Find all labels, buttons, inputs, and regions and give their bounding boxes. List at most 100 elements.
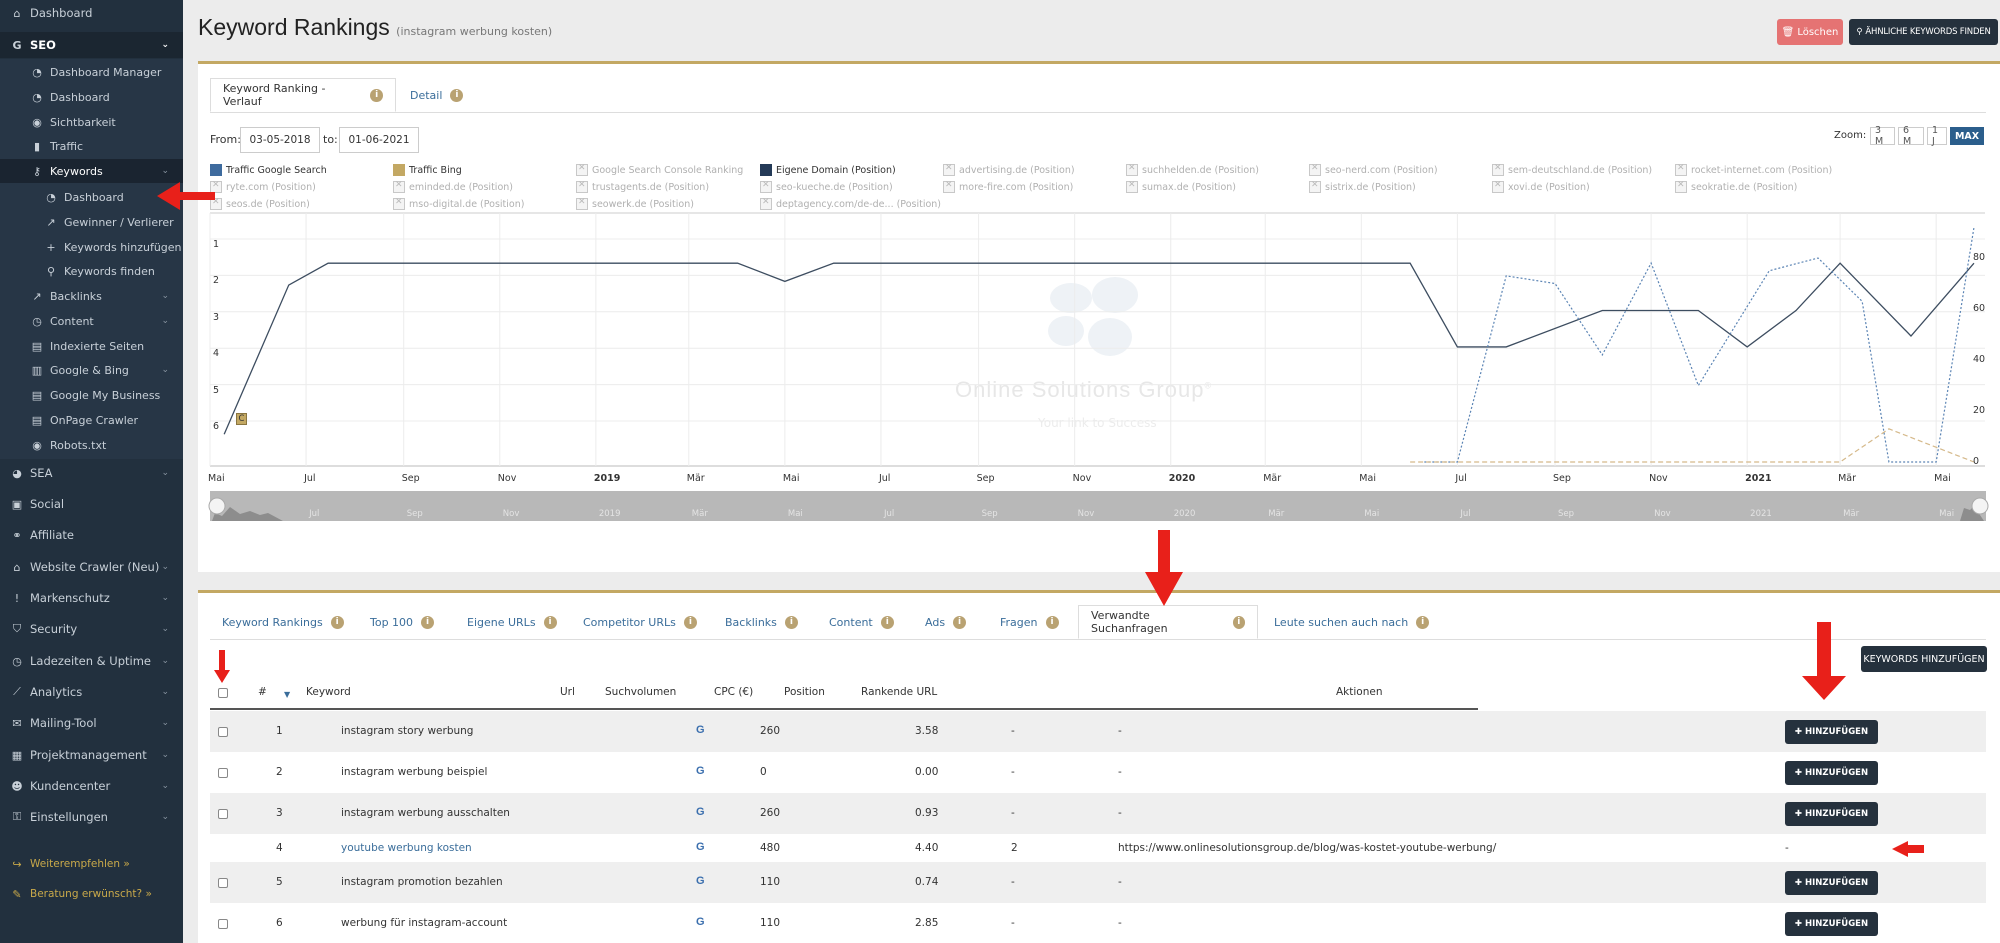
legend-item[interactable]: eminded.de (Position) [393,180,513,193]
sidebar-item-social[interactable]: ▣ Social [0,492,183,516]
sidebar-item-ladezeiten[interactable]: ◷ Ladezeiten & Uptime ⌄ [0,649,183,673]
legend-item[interactable]: more-fire.com (Position) [943,180,1073,193]
legend-item[interactable]: sistrix.de (Position) [1309,180,1416,193]
row-checkbox[interactable] [218,809,228,819]
row-checkbox[interactable] [218,878,228,888]
sidebar-item-traffic[interactable]: ▮ Traffic [0,134,183,158]
legend-item[interactable]: seo-nerd.com (Position) [1309,163,1438,176]
sidebar-item-projektmanagement[interactable]: ▦ Projektmanagement ⌄ [0,743,183,767]
sidebar-item-keywords-dashboard[interactable]: ◔ Dashboard [0,185,183,209]
sidebar-item-keywords-finden[interactable]: ⚲ Keywords finden [0,259,183,283]
to-date-input[interactable]: 01-06-2021 [339,127,419,153]
sidebar-item-analytics[interactable]: ⟋ Analytics ⌄ [0,680,183,704]
add-keyword-button[interactable]: ✚ HINZUFÜGEN [1785,720,1878,744]
tab-ads[interactable]: Ads i [913,605,978,639]
legend-item[interactable]: advertising.de (Position) [943,163,1075,176]
sidebar-item-google-my-business[interactable]: ▤ Google My Business [0,383,183,407]
legend-item[interactable]: seowerk.de (Position) [576,197,694,210]
tab-fragen[interactable]: Fragen i [988,605,1071,639]
sidebar-item-dashboard-manager[interactable]: ◔ Dashboard Manager [0,60,183,84]
chart-flag-marker[interactable]: C [236,413,247,425]
legend-item[interactable]: Eigene Domain (Position) [760,164,896,176]
add-keyword-button[interactable]: ✚ HINZUFÜGEN [1785,761,1878,785]
legend-item[interactable]: ryte.com (Position) [210,180,316,193]
sidebar-item-kundencenter[interactable]: ☻ Kundencenter ⌄ [0,774,183,798]
legend-item[interactable]: Traffic Bing [393,164,462,176]
sidebar-item-onpage-crawler[interactable]: ▤ OnPage Crawler [0,408,183,432]
sidebar-item-mailing-tool[interactable]: ✉ Mailing-Tool ⌄ [0,711,183,735]
legend-item[interactable]: mso-digital.de (Position) [393,197,524,210]
row-checkbox[interactable] [218,919,228,929]
column-header-position[interactable]: Position [784,686,825,698]
sidebar-item-einstellungen[interactable]: ⚿ Einstellungen ⌄ [0,805,183,829]
sidebar-item-indexierte-seiten[interactable]: ▤ Indexierte Seiten [0,334,183,358]
sidebar-item-keywords-hinzufuegen[interactable]: + Keywords hinzufügen [0,235,183,259]
sidebar-item-sichtbarkeit[interactable]: ◉ Sichtbarkeit [0,110,183,134]
sidebar-item-content[interactable]: ◷ Content ⌄ [0,309,183,333]
column-header-cpc[interactable]: CPC (€) [714,686,753,698]
add-keyword-button[interactable]: ✚ HINZUFÜGEN [1785,912,1878,936]
legend-item[interactable]: deptagency.com/de-de... (Position) [760,197,941,210]
zoom-max-button[interactable]: MAX [1950,127,1984,145]
sidebar-item-google-bing[interactable]: ▥ Google & Bing ⌄ [0,358,183,382]
tab-keyword-ranking-verlauf[interactable]: Keyword Ranking - Verlauf i [210,78,396,112]
tab-backlinks[interactable]: Backlinks i [713,605,810,639]
zoom-3m-button[interactable]: 3 M [1870,125,1895,147]
tab-competitor-urls[interactable]: Competitor URLs i [571,605,709,639]
row-number: 3 [276,807,283,819]
sidebar-item-website-crawler[interactable]: ⌂ Website Crawler (Neu) ⌄ [0,555,183,579]
legend-item[interactable]: sumax.de (Position) [1126,180,1236,193]
column-header-keyword[interactable]: Keyword [306,686,351,698]
select-all-checkbox[interactable] [218,688,228,698]
legend-item[interactable]: sem-deutschland.de (Position) [1492,163,1652,176]
sidebar-item-keywords[interactable]: ⚷ Keywords ⌄ [0,159,183,183]
key-icon: ⚷ [32,164,42,178]
position-cell: - [1011,876,1015,888]
row-checkbox[interactable] [218,768,228,778]
delete-button[interactable]: 🗑 Löschen [1777,19,1843,45]
legend-item[interactable]: seokratie.de (Position) [1675,180,1797,193]
sidebar-item-seo-dashboard[interactable]: ◔ Dashboard [0,85,183,109]
sidebar-item-backlinks[interactable]: ↗ Backlinks ⌄ [0,284,183,308]
legend-item[interactable]: trustagents.de (Position) [576,180,709,193]
tab-detail[interactable]: Detail i [398,78,475,112]
find-similar-keywords-button[interactable]: ⚲ ÄHNLICHE KEYWORDS FINDEN [1849,19,1998,45]
sort-desc-icon[interactable]: ▼ [284,690,290,699]
sidebar-item-dashboard[interactable]: ⌂ Dashboard [0,1,183,25]
legend-item[interactable]: suchhelden.de (Position) [1126,163,1259,176]
zoom-1j-button[interactable]: 1 J [1927,125,1947,147]
sidebar-item-affiliate[interactable]: ⚭ Affiliate [0,523,183,547]
sidebar-item-security[interactable]: ⛉ Security ⌄ [0,617,183,641]
sidebar-item-markenschutz[interactable]: ! Markenschutz ⌄ [0,586,183,610]
column-header-suchvolumen[interactable]: Suchvolumen [605,686,676,698]
keyword-cell[interactable]: youtube werbung kosten [341,842,472,854]
column-header-rankende-url[interactable]: Rankende URL [861,686,937,698]
sidebar-item-seo[interactable]: G SEO ⌄ [0,32,183,58]
sidebar-link-weiterempfehlen[interactable]: ↪ Weiterempfehlen » [0,852,183,876]
from-date-input[interactable]: 03-05-2018 [240,127,320,153]
row-checkbox[interactable] [218,727,228,737]
sidebar-link-beratung[interactable]: ✎ Beratung erwünscht? » [0,882,183,906]
sidebar-item-gewinner-verlierer[interactable]: ↗ Gewinner / Verlierer [0,210,183,234]
tab-content[interactable]: Content i [817,605,906,639]
add-keywords-button[interactable]: KEYWORDS HINZUFÜGEN [1861,646,1987,672]
chart-navigator[interactable] [210,491,1986,521]
add-keyword-button[interactable]: ✚ HINZUFÜGEN [1785,802,1878,826]
tab-label: Top 100 [370,615,414,629]
column-header-url[interactable]: Url [560,686,575,698]
legend-item[interactable]: rocket-internet.com (Position) [1675,163,1832,176]
sidebar-item-sea[interactable]: ◕ SEA ⌄ [0,461,183,485]
sidebar-item-robots-txt[interactable]: ◉ Robots.txt [0,433,183,457]
tab-leute-suchen-auch-nach[interactable]: Leute suchen auch nach i [1262,605,1441,639]
legend-item[interactable]: seo-kueche.de (Position) [760,180,893,193]
legend-item[interactable]: Google Search Console Ranking [576,163,743,176]
zoom-6m-button[interactable]: 6 M [1898,125,1924,147]
add-keyword-button[interactable]: ✚ HINZUFÜGEN [1785,871,1878,895]
tab-eigene-urls[interactable]: Eigene URLs i [455,605,569,639]
tab-keyword-rankings[interactable]: Keyword Rankings i [210,605,356,639]
legend-item[interactable]: xovi.de (Position) [1492,180,1590,193]
tab-top-100[interactable]: Top 100 i [358,605,446,639]
legend-item[interactable]: Traffic Google Search [210,164,327,176]
tab-verwandte-suchanfragen[interactable]: Verwandte Suchanfragen i [1078,605,1258,639]
legend-item[interactable]: seos.de (Position) [210,197,310,210]
